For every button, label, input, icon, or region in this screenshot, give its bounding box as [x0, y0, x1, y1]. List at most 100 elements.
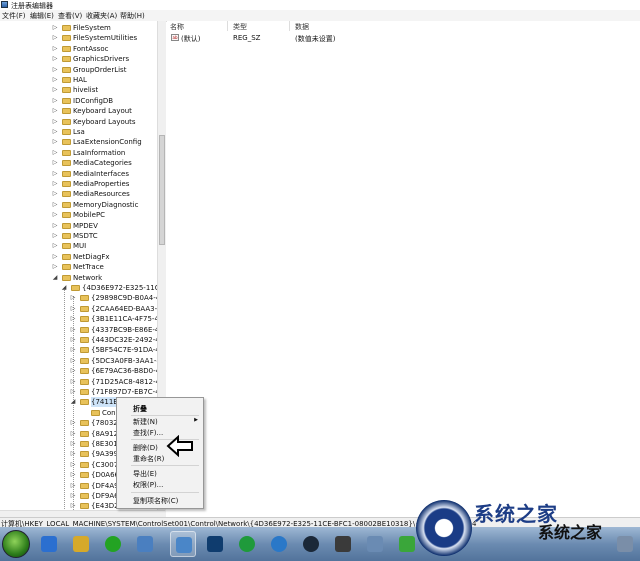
photoshop-icon: [207, 536, 223, 552]
expand-arrow-icon[interactable]: ▷: [52, 148, 58, 158]
expand-arrow-icon[interactable]: ▷: [70, 366, 76, 376]
expand-arrow-icon[interactable]: ▷: [70, 304, 76, 314]
menu-view[interactable]: 查看(V): [58, 11, 82, 21]
expand-arrow-icon[interactable]: ▷: [52, 65, 58, 75]
expand-arrow-icon[interactable]: ▷: [70, 314, 76, 324]
menu-edit[interactable]: 编辑(E): [30, 11, 54, 21]
expand-arrow-icon[interactable]: ▷: [52, 85, 58, 95]
expand-arrow-icon[interactable]: ▷: [52, 44, 58, 54]
tree-item-label: {29898C9D-B0A4-4FE: [91, 294, 157, 303]
expand-arrow-icon[interactable]: ▷: [52, 54, 58, 64]
taskbar-button[interactable]: [100, 531, 126, 557]
collapse-arrow-icon[interactable]: ◢: [61, 283, 67, 293]
expand-arrow-icon[interactable]: ▷: [70, 345, 76, 355]
expand-arrow-icon[interactable]: ▷: [70, 387, 76, 397]
tree-item-label: {443DC32E-2492-41A: [91, 336, 157, 344]
expand-arrow-icon[interactable]: ▷: [52, 169, 58, 179]
folder-icon: [62, 108, 71, 115]
expand-arrow-icon[interactable]: ▷: [52, 75, 58, 85]
column-divider[interactable]: [227, 21, 228, 31]
expand-arrow-icon[interactable]: ▷: [70, 449, 76, 459]
expand-arrow-icon[interactable]: ▷: [52, 241, 58, 251]
expand-arrow-icon[interactable]: ▷: [52, 262, 58, 272]
values-list[interactable]: 名称 类型 数据 ab (默认) REG_SZ (数值未设置): [167, 21, 640, 517]
expand-arrow-icon[interactable]: ▷: [52, 137, 58, 147]
folder-icon: [62, 97, 71, 104]
menu-help[interactable]: 帮助(H): [120, 11, 145, 21]
menu-favorites[interactable]: 收藏夹(A): [86, 11, 117, 21]
taskbar-button[interactable]: [170, 531, 196, 557]
expand-arrow-icon[interactable]: ▷: [52, 210, 58, 220]
collapse-arrow-icon[interactable]: ◢: [52, 273, 58, 283]
tree-item-label: {D0A66: [91, 471, 119, 480]
expand-arrow-icon[interactable]: ▷: [70, 377, 76, 387]
tree-item-label: MUI: [73, 242, 87, 251]
menu-delete[interactable]: 删除(D): [133, 443, 158, 453]
expand-arrow-icon[interactable]: ▷: [70, 491, 76, 501]
expand-arrow-icon[interactable]: ▷: [52, 106, 58, 116]
expand-arrow-icon[interactable]: ▷: [52, 179, 58, 189]
menu-collapse[interactable]: 折叠: [133, 404, 147, 414]
tree-item-label: {4337BC9B-E86E-4F7: [91, 325, 157, 334]
menu-permissions[interactable]: 权限(P)...: [133, 480, 163, 490]
folder-icon: [80, 482, 89, 489]
expand-arrow-icon[interactable]: ▷: [52, 189, 58, 199]
expand-arrow-icon[interactable]: ▷: [70, 356, 76, 366]
menu-find[interactable]: 查找(F)...: [133, 428, 163, 438]
tree-item-label: MSDTC: [73, 232, 98, 240]
expand-arrow-icon[interactable]: ▷: [52, 231, 58, 241]
expand-arrow-icon[interactable]: ▷: [70, 470, 76, 480]
expand-arrow-icon[interactable]: ▷: [70, 481, 76, 491]
expand-arrow-icon[interactable]: ▷: [70, 418, 76, 428]
menu-copy-key-name[interactable]: 复制项名称(C): [133, 496, 178, 506]
menu-export[interactable]: 导出(E): [133, 469, 157, 479]
tree-item-label: Network: [73, 273, 103, 282]
expand-arrow-icon[interactable]: ▷: [52, 127, 58, 137]
expand-arrow-icon[interactable]: ▷: [52, 158, 58, 168]
column-header-data[interactable]: 数据: [295, 22, 309, 32]
screen-icon: [335, 536, 351, 552]
expand-arrow-icon[interactable]: ▷: [52, 200, 58, 210]
expand-arrow-icon[interactable]: ▷: [70, 335, 76, 345]
collapse-arrow-icon[interactable]: ◢: [70, 397, 76, 407]
taskbar-button[interactable]: [68, 531, 94, 557]
start-button-icon[interactable]: [2, 530, 30, 558]
taskbar-button[interactable]: [234, 531, 260, 557]
column-header-type[interactable]: 类型: [233, 22, 247, 32]
folder-icon: [71, 285, 80, 291]
expand-arrow-icon[interactable]: ▷: [52, 252, 58, 262]
taskbar-button[interactable]: [132, 531, 158, 557]
taskbar-button[interactable]: [330, 531, 356, 557]
folder-icon: [80, 347, 89, 354]
regedit-icon: [1, 1, 8, 8]
taskbar-button[interactable]: [266, 531, 292, 557]
taskbar-button[interactable]: [202, 531, 228, 557]
expand-arrow-icon[interactable]: ▷: [52, 221, 58, 231]
expand-arrow-icon[interactable]: ▷: [52, 33, 58, 43]
menu-rename[interactable]: 重命名(R): [133, 454, 164, 464]
expand-arrow-icon[interactable]: ▷: [70, 429, 76, 439]
folder-icon: [80, 441, 89, 447]
folder-icon: [62, 160, 71, 167]
expand-arrow-icon[interactable]: ▷: [70, 325, 76, 335]
taskbar-button[interactable]: [298, 531, 324, 557]
menu-file[interactable]: 文件(F): [2, 11, 26, 21]
expand-arrow-icon[interactable]: ▷: [52, 96, 58, 106]
column-divider[interactable]: [289, 21, 290, 31]
expand-arrow-icon[interactable]: ▷: [52, 23, 58, 33]
folder-icon: [80, 430, 89, 437]
scroll-thumb[interactable]: [159, 135, 165, 245]
expand-arrow-icon[interactable]: ▷: [52, 117, 58, 127]
left-arrow-icon: [166, 435, 193, 457]
expand-arrow-icon[interactable]: ▷: [70, 460, 76, 470]
value-name[interactable]: (默认): [181, 34, 200, 44]
taskbar-button[interactable]: [36, 531, 62, 557]
expand-arrow-icon[interactable]: ▷: [70, 293, 76, 303]
menu-separator: [131, 415, 199, 416]
submenu-arrow-icon: ▶: [194, 417, 198, 423]
menu-new[interactable]: 新建(N): [133, 417, 158, 427]
folder-icon: [80, 368, 89, 375]
expand-arrow-icon[interactable]: ▷: [70, 439, 76, 449]
taskbar-button[interactable]: [362, 531, 388, 557]
column-header-name[interactable]: 名称: [170, 22, 184, 32]
